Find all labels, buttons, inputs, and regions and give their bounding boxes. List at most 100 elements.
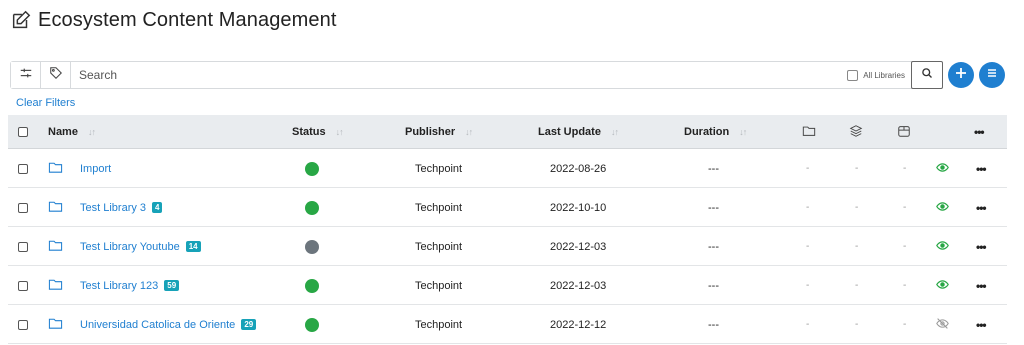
row-checkbox[interactable] (18, 202, 28, 213)
sliders-icon (19, 66, 33, 85)
row-checkbox[interactable] (18, 163, 28, 174)
page-header: Ecosystem Content Management (10, 8, 337, 32)
library-name-link[interactable]: Test Library Youtube (80, 241, 180, 253)
last-update-value: 2022-12-12 (550, 318, 607, 331)
add-button[interactable] (948, 62, 974, 88)
table-row[interactable]: Import Techpoint 2022-08-26 --- - - - ••• (8, 149, 1007, 188)
table-row[interactable]: Universidad Catolica de Oriente 29 Techpoi… (8, 305, 1007, 344)
layers-icon (849, 124, 863, 141)
sort-icon: ↓↑ (335, 127, 344, 137)
more-actions-icon[interactable]: ••• (976, 279, 987, 293)
folder-icon (48, 316, 63, 334)
layers-count-value: - (855, 202, 859, 213)
folder-count-value: - (806, 280, 810, 291)
search-icon (921, 66, 933, 84)
folder-icon (48, 238, 63, 256)
all-libraries-toggle[interactable]: All Libraries (847, 69, 905, 81)
more-actions-icon[interactable]: ••• (976, 201, 987, 215)
last-update-value: 2022-08-26 (550, 162, 607, 175)
last-update-value: 2022-10-10 (550, 201, 607, 214)
status-indicator (305, 161, 319, 176)
all-libraries-label: All Libraries (863, 70, 905, 80)
layers-count-value: - (855, 241, 859, 252)
column-header-last-update[interactable]: Last Update ↓↑ (538, 115, 619, 149)
last-update-value: 2022-12-03 (550, 279, 607, 292)
sort-icon: ↓↑ (610, 127, 619, 137)
layers-count-value: - (855, 163, 859, 174)
menu-button[interactable] (979, 62, 1005, 88)
publisher-value: Techpoint (415, 162, 463, 175)
library-name-link[interactable]: Test Library 3 (80, 202, 146, 214)
more-horizontal-icon: ••• (974, 125, 985, 139)
folder-count-value: - (806, 319, 810, 330)
column-header-folder (802, 115, 816, 149)
table-row[interactable]: Test Library Youtube 14 Techpoint 2022-12-0… (8, 227, 1007, 266)
box-count-value: - (903, 319, 907, 330)
library-name-link[interactable]: Test Library 123 (80, 280, 158, 292)
eye-icon[interactable] (936, 200, 949, 216)
folder-count-value: - (806, 241, 810, 252)
tag-filter-button[interactable] (41, 62, 71, 88)
select-all-checkbox[interactable] (18, 127, 28, 137)
folder-icon (48, 199, 63, 217)
more-actions-icon[interactable]: ••• (976, 162, 987, 176)
eye-icon[interactable] (936, 239, 949, 255)
eye-icon[interactable] (936, 278, 949, 294)
box-count-value: - (903, 202, 907, 213)
column-header-actions: ••• (974, 115, 985, 149)
status-indicator (305, 239, 319, 254)
duration-value: --- (708, 318, 719, 331)
more-actions-icon[interactable]: ••• (976, 240, 987, 254)
duration-value: --- (708, 240, 719, 253)
item-count-badge: 29 (241, 319, 257, 330)
library-name-link[interactable]: Universidad Catolica de Oriente (80, 319, 235, 331)
folder-icon (48, 277, 63, 295)
folder-count-value: - (806, 202, 810, 213)
row-checkbox[interactable] (18, 241, 28, 252)
folder-icon (802, 124, 816, 141)
search-button[interactable] (911, 61, 943, 89)
column-header-status[interactable]: Status ↓↑ (292, 115, 344, 149)
item-count-badge: 14 (185, 241, 201, 252)
folder-count-value: - (806, 163, 810, 174)
search-bar: All Libraries (10, 61, 943, 89)
box-count-value: - (903, 163, 907, 174)
eye-off-icon[interactable] (936, 317, 949, 333)
item-count-badge: 59 (164, 280, 180, 291)
status-indicator (305, 278, 319, 293)
menu-icon (986, 66, 998, 84)
row-checkbox[interactable] (18, 280, 28, 291)
more-actions-icon[interactable]: ••• (976, 318, 987, 332)
item-count-badge: 4 (152, 202, 163, 213)
filter-toggle-button[interactable] (11, 62, 41, 88)
sort-icon: ↓↑ (465, 127, 473, 137)
row-checkbox[interactable] (18, 319, 28, 330)
all-libraries-checkbox[interactable] (847, 69, 859, 81)
box-icon (897, 124, 911, 141)
edit-icon (10, 9, 32, 31)
layers-count-value: - (855, 280, 859, 291)
duration-value: --- (708, 162, 719, 175)
page-title: Ecosystem Content Management (38, 8, 337, 31)
table-row[interactable]: Test Library 3 4 Techpoint 2022-10-10 --- - - -… (8, 188, 1007, 227)
publisher-value: Techpoint (415, 240, 463, 253)
publisher-value: Techpoint (415, 318, 463, 331)
column-header-duration[interactable]: Duration ↓↑ (684, 115, 747, 149)
duration-value: --- (708, 201, 719, 214)
tag-icon (49, 66, 63, 85)
last-update-value: 2022-12-03 (550, 240, 607, 253)
box-count-value: - (903, 241, 907, 252)
library-name-link[interactable]: Import (80, 163, 111, 175)
sort-icon: ↓↑ (739, 127, 747, 137)
column-header-publisher[interactable]: Publisher ↓↑ (405, 115, 473, 149)
search-input[interactable] (71, 62, 848, 88)
column-header-name[interactable]: Name ↓↑ (48, 115, 96, 149)
eye-icon[interactable] (936, 161, 949, 177)
table-row[interactable]: Test Library 123 59 Techpoint 2022-12-03 ---… (8, 266, 1007, 305)
clear-filters-link[interactable]: Clear Filters (16, 97, 75, 109)
layers-count-value: - (855, 319, 859, 330)
column-header-layers (849, 115, 863, 149)
status-indicator (305, 317, 319, 332)
table-header: Name ↓↑ Status ↓↑ Publisher ↓↑ Last Update ↓… (8, 115, 1007, 149)
status-indicator (305, 200, 319, 215)
